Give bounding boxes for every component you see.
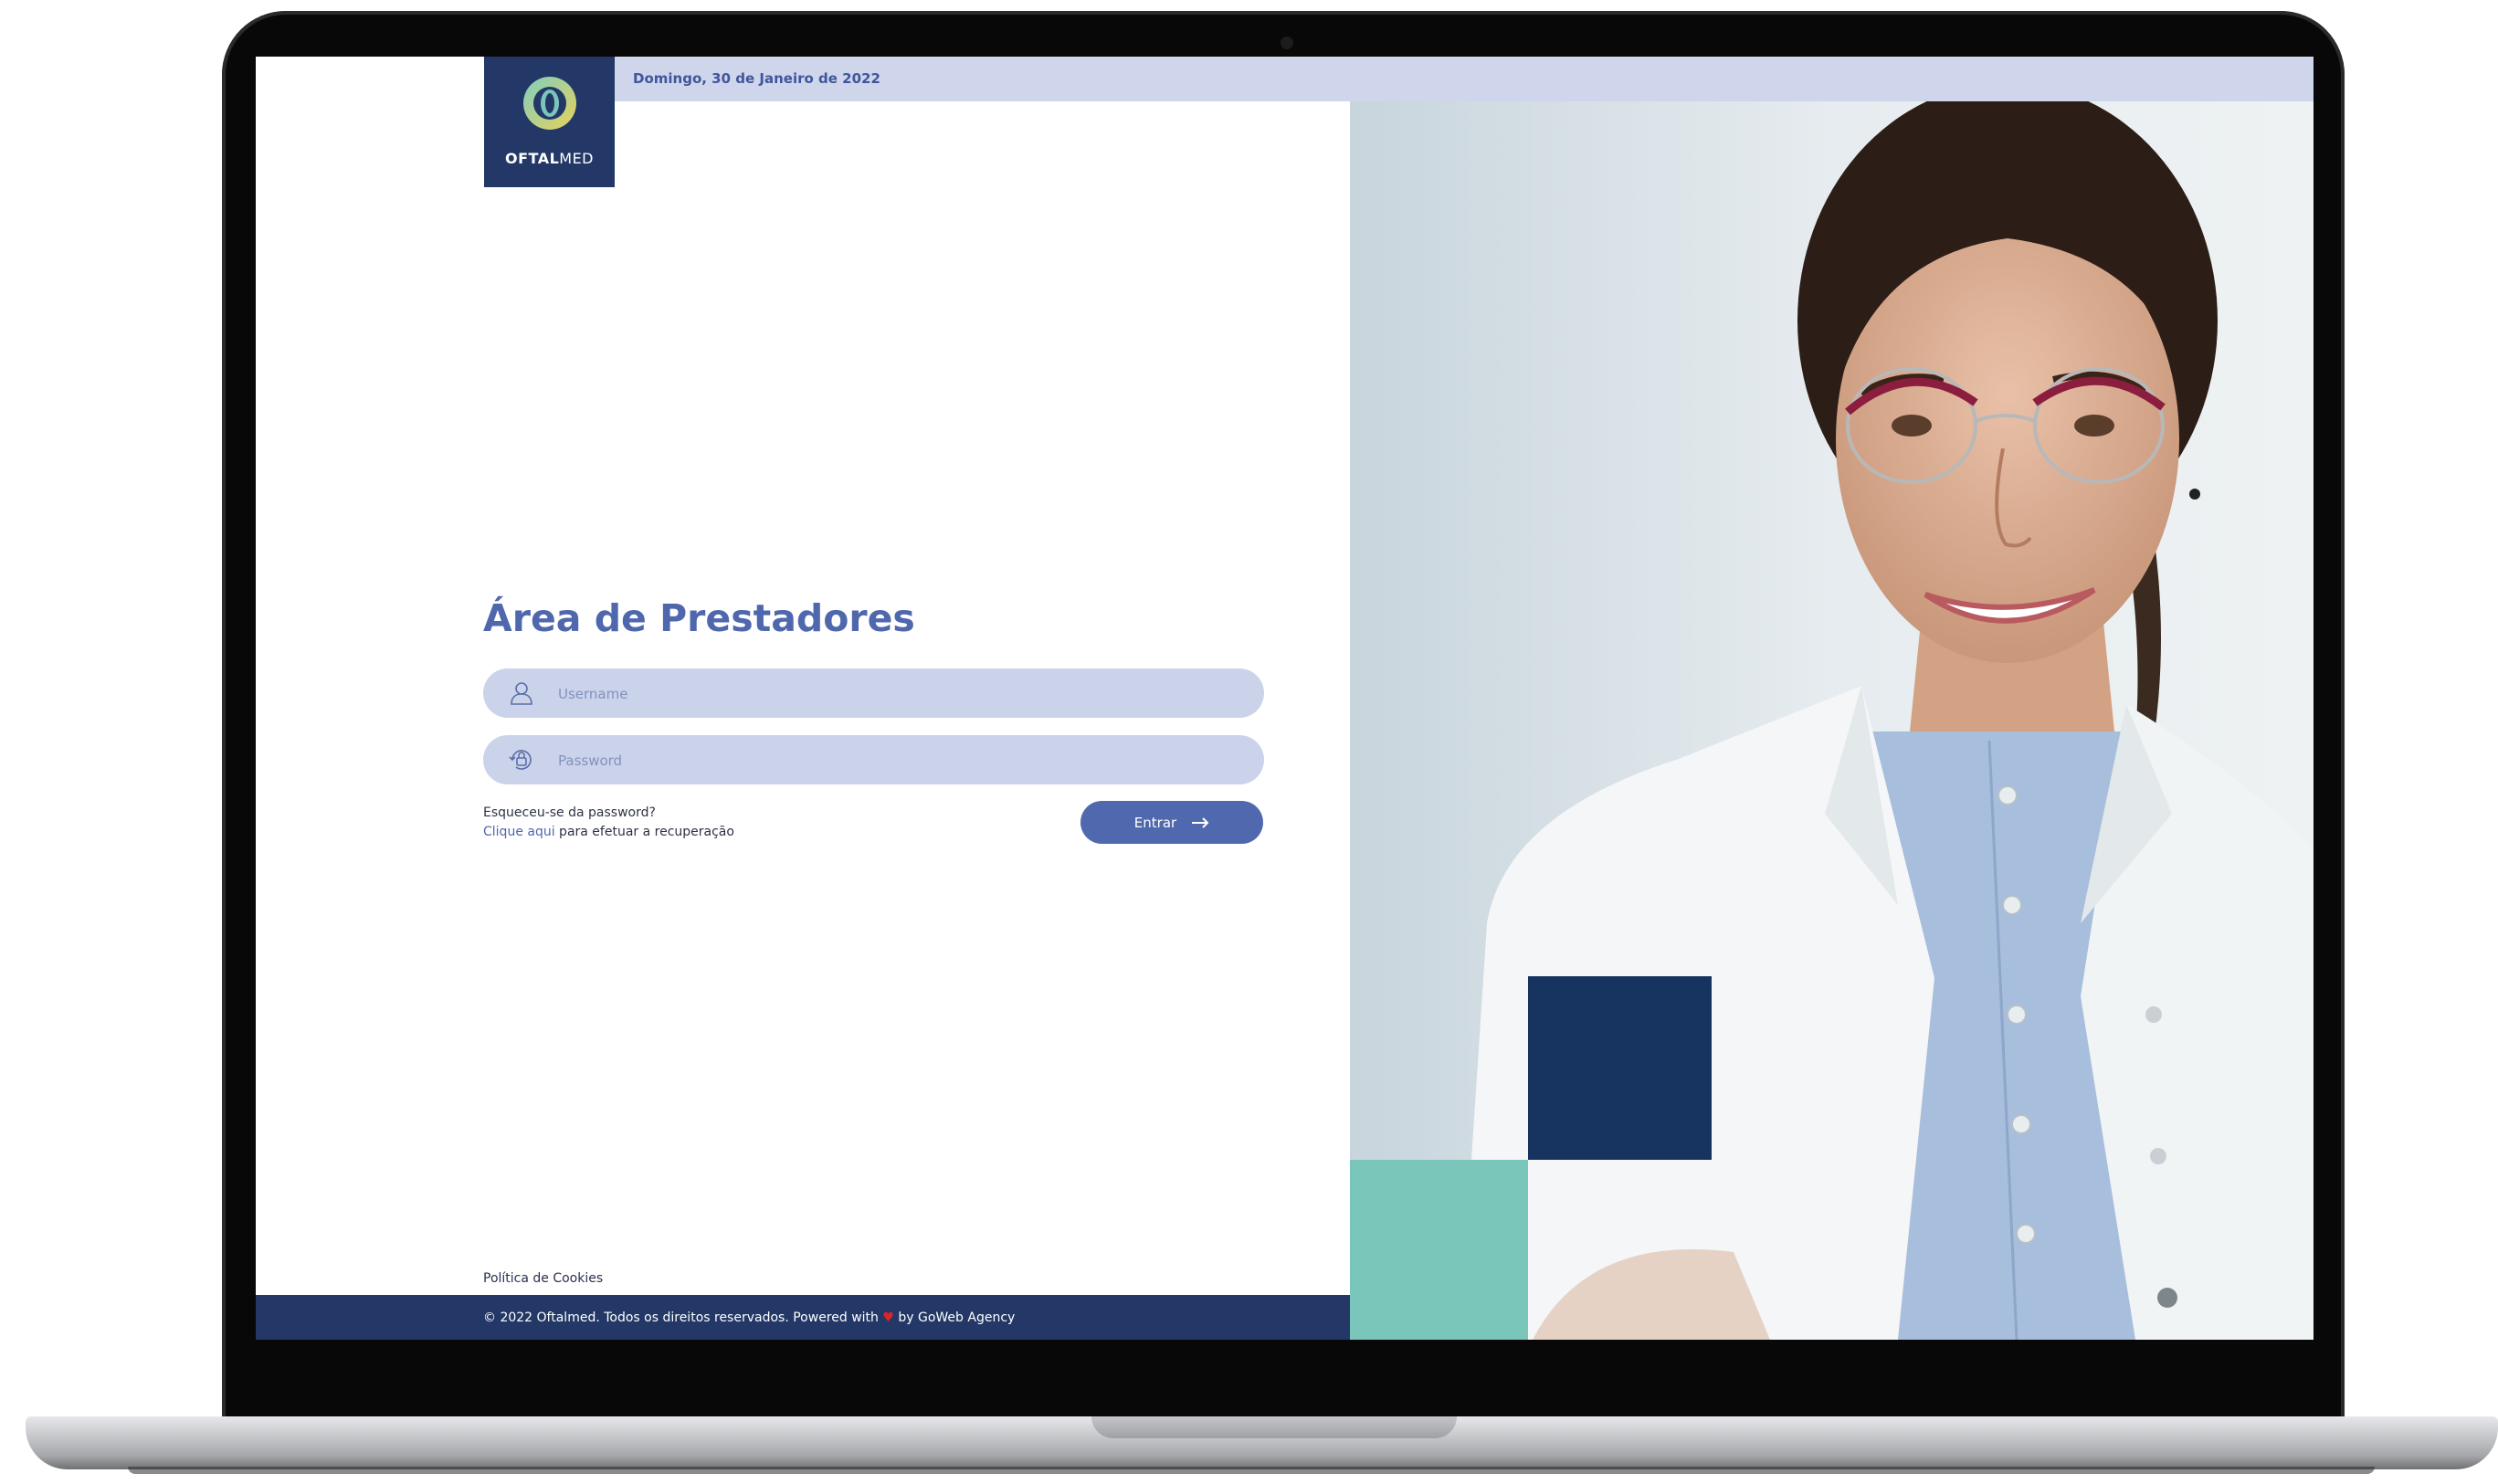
decorative-navy-square: [1528, 976, 1712, 1160]
copyright-before: © 2022 Oftalmed. Todos os direitos reser…: [483, 1310, 883, 1325]
laptop-base-notch: [1091, 1416, 1457, 1438]
user-icon: [511, 682, 532, 705]
laptop-base-shadow: [128, 1467, 2375, 1474]
heart-icon: ♥: [882, 1310, 894, 1325]
logo-wordmark: OFTALMED: [484, 150, 615, 167]
page-title: Área de Prestadores: [483, 596, 915, 640]
username-input[interactable]: [556, 668, 1236, 720]
login-button[interactable]: Entrar: [1080, 801, 1263, 844]
oftalmed-logo[interactable]: OFTALMED: [484, 57, 615, 187]
copyright: © 2022 Oftalmed. Todos os direitos reser…: [483, 1310, 1015, 1325]
logo-wordmark-bold: OFTAL: [504, 150, 560, 167]
decorative-teal-square: [1350, 1160, 1528, 1340]
date-bar: Domingo, 30 de Janeiro de 2022: [615, 57, 2314, 101]
username-field[interactable]: [483, 668, 1264, 720]
forgot-rest: para efetuar a recuperação: [554, 825, 734, 839]
cookie-policy-link[interactable]: Política de Cookies: [483, 1271, 603, 1286]
laptop-camera: [1281, 37, 1293, 49]
password-field[interactable]: [483, 735, 1264, 786]
lock-icon: [509, 750, 532, 770]
forgot-line: Clique aqui para efetuar a recuperação: [483, 823, 734, 842]
password-input[interactable]: [556, 735, 1236, 786]
forgot-question: Esqueceu-se da password?: [483, 805, 656, 820]
current-date: Domingo, 30 de Janeiro de 2022: [633, 70, 880, 87]
login-button-label: Entrar: [1133, 814, 1177, 831]
footer-bar: © 2022 Oftalmed. Todos os direitos reser…: [256, 1295, 1350, 1340]
doctor-illustration: [1350, 101, 2314, 1340]
forgot-password: Esqueceu-se da password? Clique aqui par…: [483, 804, 734, 842]
copyright-after: by GoWeb Agency: [893, 1310, 1016, 1325]
doctor-photo: [1350, 101, 2314, 1340]
screen: Domingo, 30 de Janeiro de 2022 OFTALMED …: [256, 57, 2314, 1340]
logo-wordmark-light: MED: [559, 150, 594, 167]
logo-eye-icon: [523, 77, 576, 130]
arrow-right-icon: [1192, 816, 1209, 828]
recover-password-link[interactable]: Clique aqui: [483, 825, 555, 839]
